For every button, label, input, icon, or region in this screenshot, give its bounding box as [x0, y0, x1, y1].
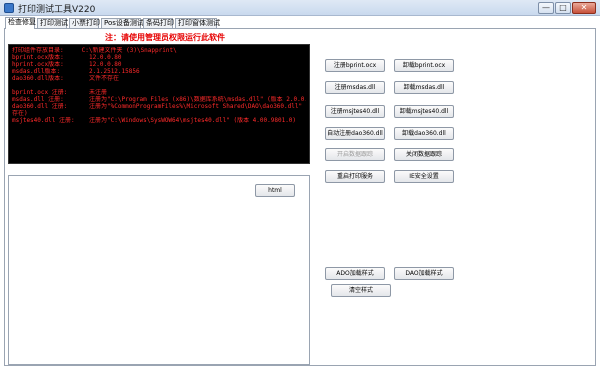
close-icon[interactable]: ✕ — [572, 2, 596, 14]
console-line: bprint.ocx版本: 12.0.0.80 — [12, 54, 122, 61]
main-window: 检查修复 打印测试 小票打印 Pos设备测试 条码打印 打印窗体测试 注：请使用… — [0, 16, 600, 367]
title-bar: 打印测试工具V220 — □ ✕ — [0, 0, 600, 16]
unregister-bprint-button[interactable]: 卸载bprint.ocx — [394, 59, 454, 72]
auto-register-dao-button[interactable]: 自动注册dao360.dll — [325, 127, 385, 140]
unregister-msjtes-button[interactable]: 卸载msjtes40.dll — [394, 105, 454, 118]
console-line: msdas.dll版本: 2.1.2512.15856 — [12, 68, 140, 75]
dao-load-style-button[interactable]: DAO加载样式 — [394, 267, 454, 280]
minimize-icon[interactable]: — — [538, 2, 554, 14]
console-line: msdas.dll 注册: 注册为"C:\Program Files (x86)… — [12, 96, 306, 103]
console-line: msjtes40.dll 注册: 注册为"C:\Windows\SysWOW64… — [12, 117, 297, 124]
app-icon — [4, 3, 14, 13]
tab-print-form-test[interactable]: 打印窗体测试 — [175, 18, 220, 28]
start-trace-button[interactable]: 开启数据跟踪 — [325, 148, 385, 161]
register-bprint-button[interactable]: 注册bprint.ocx — [325, 59, 385, 72]
console-line: bprint.ocx 注册: 未注册 — [12, 89, 108, 96]
console-line: dao360.dll版本: 文件不存在 — [12, 75, 120, 82]
clear-style-button[interactable]: 清空样式 — [331, 284, 391, 297]
register-msdas-button[interactable]: 注册msdas.dll — [325, 81, 385, 94]
register-msjtes-button[interactable]: 注册msjtes40.dll — [325, 105, 385, 118]
unregister-dao-button[interactable]: 卸载dao360.dll — [394, 127, 454, 140]
console-line: 存在) — [12, 110, 28, 117]
admin-notice: 注：请使用管理员权限运行此软件 — [105, 33, 225, 42]
stop-trace-button[interactable]: 关闭数据跟踪 — [394, 148, 454, 161]
tab-print-test[interactable]: 打印测试 — [37, 18, 68, 28]
check-repair-panel: 注：请使用管理员权限运行此软件 打印组件存放目录: C:\新建文件夹 (3)\S… — [4, 28, 596, 366]
maximize-icon[interactable]: □ — [555, 2, 571, 14]
console-line: 打印组件存放目录: C:\新建文件夹 (3)\Snapprint\ — [12, 47, 177, 54]
tab-barcode-print[interactable]: 条码打印 — [143, 18, 174, 28]
tab-pos-device-test[interactable]: Pos设备测试 — [101, 18, 144, 28]
window-title: 打印测试工具V220 — [18, 5, 96, 15]
ado-load-style-button[interactable]: ADO加载样式 — [325, 267, 385, 280]
ie-security-settings-button[interactable]: IE安全设置 — [394, 170, 454, 183]
tab-check-repair[interactable]: 检查修复 — [5, 17, 36, 29]
tab-receipt-print[interactable]: 小票打印 — [69, 18, 100, 28]
html-button[interactable]: html — [255, 184, 295, 197]
status-console: 打印组件存放目录: C:\新建文件夹 (3)\Snapprint\ bprint… — [8, 44, 310, 164]
restart-print-service-button[interactable]: 重启打印服务 — [325, 170, 385, 183]
console-line: hprint.ocx版本: 12.0.0.80 — [12, 61, 122, 68]
console-line: dao360.dll 注册: 注册为"%CommonProgramFiles%\… — [12, 103, 306, 110]
html-preview-box — [8, 175, 310, 365]
unregister-msdas-button[interactable]: 卸载msdas.dll — [394, 81, 454, 94]
